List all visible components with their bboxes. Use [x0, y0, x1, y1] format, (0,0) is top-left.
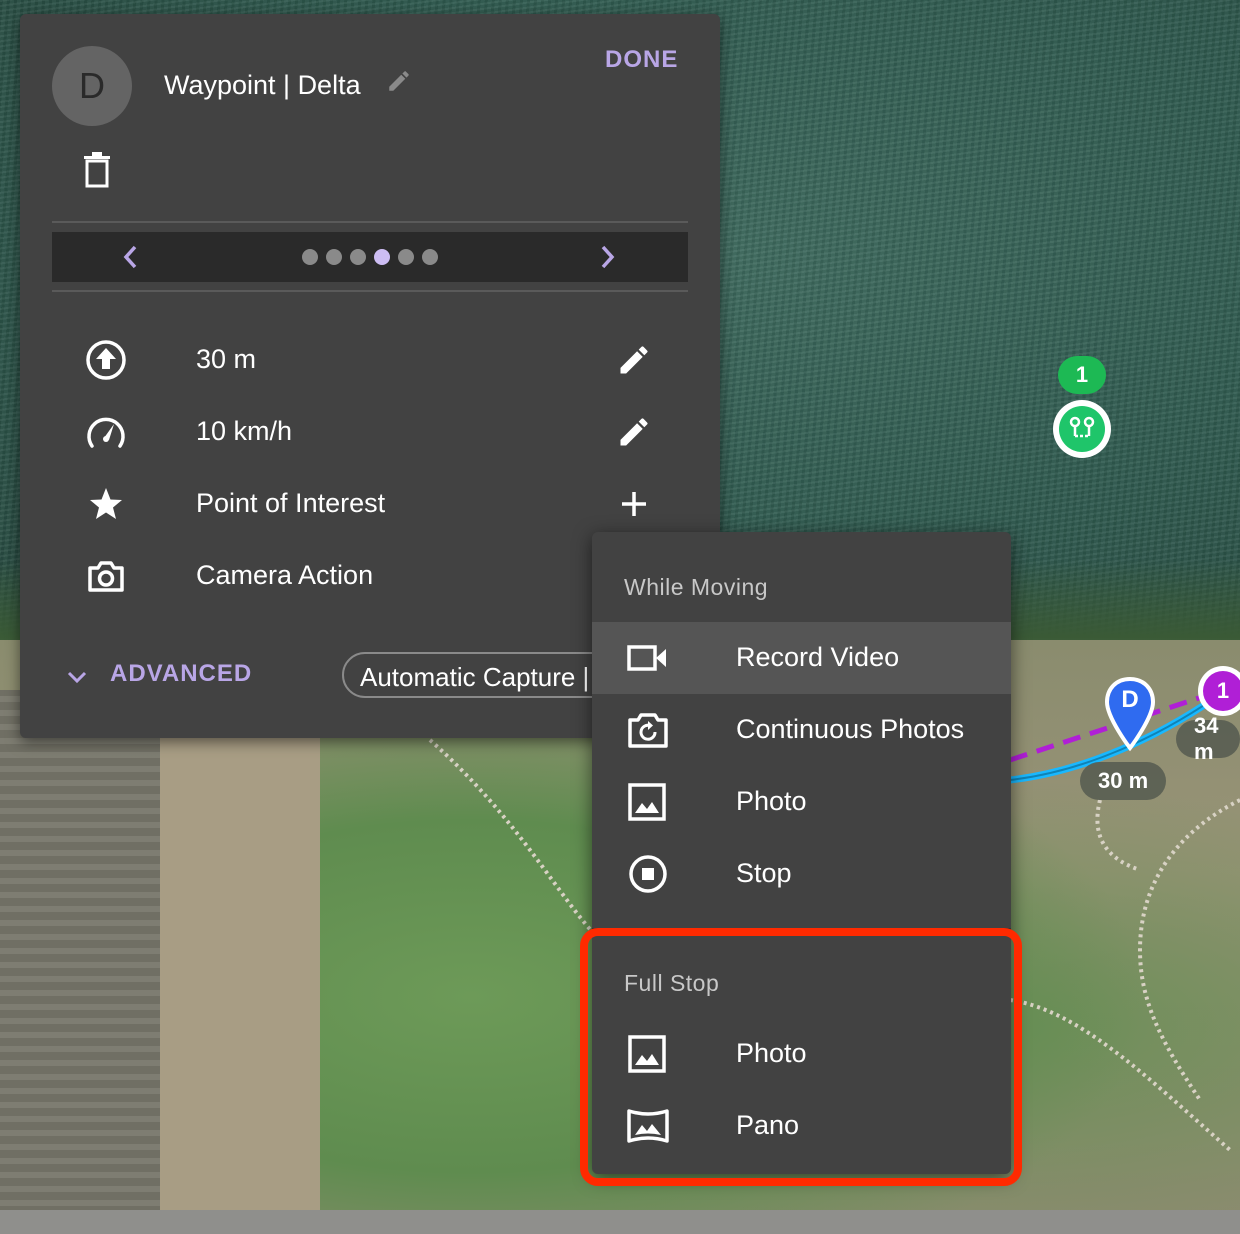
- pager-dot[interactable]: [302, 249, 318, 265]
- done-button[interactable]: DONE: [605, 46, 678, 74]
- trail-path: [1137, 798, 1240, 1102]
- waypoint-count-badge: 1: [1058, 356, 1106, 394]
- menu-section-header: While Moving: [624, 574, 769, 600]
- trail-path: [1095, 799, 1141, 872]
- camera-action-menu: While Moving Record Video Continuous Pho…: [592, 532, 1011, 1174]
- advanced-toggle[interactable]: ADVANCED: [110, 660, 252, 688]
- speed-row[interactable]: 10 km/h: [80, 404, 680, 460]
- speedometer-icon: [87, 417, 125, 448]
- menu-section-header: Full Stop: [624, 970, 720, 996]
- altitude-up-icon: [86, 340, 126, 380]
- pager-dot[interactable]: [422, 249, 438, 265]
- chevron-down-icon[interactable]: [64, 664, 90, 690]
- poi-marker[interactable]: 1: [1198, 666, 1240, 716]
- menu-item-label: Photo: [736, 1038, 807, 1068]
- menu-item-label: Stop: [736, 858, 792, 888]
- menu-item-continuous-photos[interactable]: Continuous Photos: [592, 694, 1011, 766]
- menu-divider: [592, 928, 1011, 930]
- menu-item-full-stop-photo[interactable]: Photo: [592, 1018, 1011, 1090]
- chevron-right-icon[interactable]: [592, 242, 622, 272]
- continuous-photos-icon: [628, 713, 668, 748]
- photo-icon: [628, 783, 666, 821]
- pencil-icon[interactable]: [386, 68, 412, 94]
- altitude-value: 30 m: [196, 344, 257, 374]
- menu-item-photo[interactable]: Photo: [592, 766, 1011, 838]
- camera-action-label: Camera Action: [196, 560, 374, 590]
- panorama-icon: [627, 1109, 669, 1143]
- pencil-icon[interactable]: [616, 342, 652, 378]
- divider: [52, 290, 688, 292]
- waypoint-pin-label: D: [1121, 686, 1139, 713]
- menu-item-stop[interactable]: Stop: [592, 838, 1011, 910]
- trail-path: [1009, 998, 1232, 1152]
- avatar: D: [52, 46, 132, 126]
- menu-item-label: Pano: [736, 1110, 800, 1140]
- waypoint-group-marker[interactable]: [1053, 400, 1111, 458]
- pager-dot[interactable]: [350, 249, 366, 265]
- menu-item-label: Continuous Photos: [736, 714, 965, 744]
- menu-item-record-video[interactable]: Record Video: [592, 622, 1011, 694]
- pager-dot[interactable]: [374, 249, 390, 265]
- capture-mode-value: Automatic Capture |: [360, 662, 590, 692]
- point-of-interest-row[interactable]: Point of Interest: [80, 476, 680, 532]
- star-icon: [90, 488, 122, 519]
- divider: [52, 221, 688, 223]
- menu-item-label: Record Video: [736, 642, 900, 672]
- poi-marker-label: 1: [1203, 671, 1240, 711]
- trash-icon[interactable]: [82, 152, 112, 188]
- pager-dot[interactable]: [398, 249, 414, 265]
- plus-icon[interactable]: [616, 486, 652, 522]
- trail-path: [428, 738, 602, 942]
- pager-dot[interactable]: [326, 249, 342, 265]
- camera-icon: [88, 561, 124, 592]
- distance-label: 30 m: [1080, 762, 1167, 800]
- distance-label: 34 m: [1176, 713, 1240, 764]
- pager-dots: [302, 249, 438, 265]
- video-camera-icon: [627, 645, 666, 671]
- page-title: Waypoint | Delta: [164, 70, 361, 100]
- waypoint-pager: [52, 232, 688, 282]
- route-nodes-icon: [1069, 416, 1095, 438]
- stop-icon: [629, 855, 667, 893]
- altitude-row[interactable]: 30 m: [80, 332, 680, 388]
- pencil-icon[interactable]: [616, 414, 652, 450]
- camera-action-row[interactable]: Camera Action: [80, 548, 680, 604]
- point-of-interest-label: Point of Interest: [196, 488, 386, 518]
- menu-item-label: Photo: [736, 786, 807, 816]
- chevron-left-icon[interactable]: [116, 242, 146, 272]
- photo-icon: [628, 1035, 666, 1073]
- menu-item-pano[interactable]: Pano: [592, 1090, 1011, 1162]
- speed-value: 10 km/h: [196, 416, 293, 446]
